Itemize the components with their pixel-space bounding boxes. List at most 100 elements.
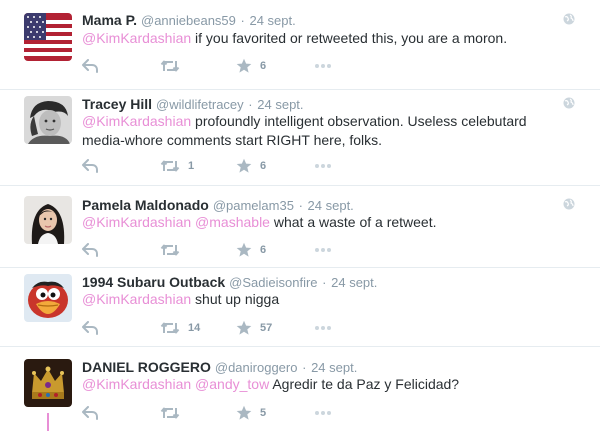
retweet-icon: [160, 59, 180, 73]
more-button[interactable]: [314, 319, 332, 337]
favorite-star-icon: [236, 320, 252, 336]
tweet-header: 1994 Subaru Outback @Sadieisonfire · 24 s…: [82, 274, 377, 291]
favorite-button[interactable]: 5: [236, 404, 266, 422]
retweet-button[interactable]: 14: [160, 319, 200, 337]
tweet-header: DANIEL ROGGERO @daniroggero · 24 sept.: [82, 359, 357, 376]
retweet-count: 1: [188, 160, 195, 172]
mention-link[interactable]: @KimKardashian: [82, 113, 191, 129]
tweet-body: Agredir te da Paz y Felicidad?: [269, 376, 460, 392]
favorite-button[interactable]: 6: [236, 241, 266, 259]
user-handle[interactable]: @Sadieisonfire: [229, 275, 317, 290]
tweet-header: Mama P. @anniebeans59 · 24 sept.: [82, 12, 296, 29]
mention-link[interactable]: @KimKardashian: [82, 291, 191, 307]
tweet-body: what a waste of a retweet.: [269, 214, 437, 230]
globe-icon: [563, 13, 575, 25]
avatar[interactable]: [24, 274, 72, 322]
more-dots-icon: [314, 410, 332, 416]
reply-button[interactable]: [82, 241, 98, 259]
tweet-header: Pamela Maldonado @pamelam35 · 24 sept.: [82, 197, 354, 214]
more-dots-icon: [314, 63, 332, 69]
favorite-count: 6: [260, 244, 267, 256]
separator: ·: [240, 13, 245, 28]
crown-avatar-icon: [24, 359, 72, 407]
retweet-button[interactable]: [160, 57, 188, 75]
reply-button[interactable]: [82, 404, 98, 422]
mention-link[interactable]: @KimKardashian: [82, 30, 191, 46]
reply-icon: [82, 321, 98, 335]
avatar[interactable]: [24, 196, 72, 244]
user-handle[interactable]: @wildlifetracey: [156, 97, 244, 112]
reply-button[interactable]: [82, 157, 98, 175]
timestamp[interactable]: 24 sept.: [308, 198, 354, 213]
user-handle[interactable]: @daniroggero: [215, 360, 298, 375]
person-avatar-icon: [24, 96, 72, 144]
cartoon-bird-avatar-icon: [24, 274, 72, 322]
timestamp[interactable]: 24 sept.: [257, 97, 303, 112]
reply-button[interactable]: [82, 319, 98, 337]
retweet-icon: [160, 321, 180, 335]
tweet-item[interactable]: Mama P. @anniebeans59 · 24 sept. @KimKard…: [0, 0, 600, 89]
conversation-thread-line: [47, 413, 49, 431]
user-name[interactable]: DANIEL ROGGERO: [82, 359, 211, 375]
timestamp[interactable]: 24 sept.: [311, 360, 357, 375]
user-name[interactable]: Mama P.: [82, 12, 137, 28]
tweet-item[interactable]: Tracey Hill @wildlifetracey · 24 sept. @K…: [0, 90, 600, 185]
reply-button[interactable]: [82, 57, 98, 75]
tweet-item[interactable]: 1994 Subaru Outback @Sadieisonfire · 24 s…: [0, 268, 600, 346]
more-button[interactable]: [314, 241, 332, 259]
tweet-text: @KimKardashian @mashable what a waste of…: [82, 213, 572, 232]
more-dots-icon: [314, 325, 332, 331]
tweet-body: shut up nigga: [191, 291, 280, 307]
mention-link[interactable]: @andy_tow: [191, 376, 269, 392]
favorite-button[interactable]: 57: [236, 319, 272, 337]
us-flag-icon: [24, 13, 72, 61]
favorite-count: 57: [260, 322, 273, 334]
avatar[interactable]: [24, 96, 72, 144]
more-dots-icon: [314, 247, 332, 253]
separator: ·: [322, 275, 327, 290]
user-handle[interactable]: @pamelam35: [213, 198, 294, 213]
avatar[interactable]: [24, 13, 72, 61]
retweet-icon: [160, 406, 180, 420]
mention-link[interactable]: @mashable: [191, 214, 270, 230]
separator: ·: [298, 198, 303, 213]
more-button[interactable]: [314, 57, 332, 75]
retweet-icon: [160, 159, 180, 173]
retweet-count: 14: [188, 322, 201, 334]
retweet-button[interactable]: [160, 404, 188, 422]
separator: ·: [302, 360, 307, 375]
user-name[interactable]: Pamela Maldonado: [82, 197, 209, 213]
retweet-button[interactable]: [160, 241, 188, 259]
reply-icon: [82, 159, 98, 173]
woman-avatar-icon: [24, 196, 72, 244]
tweet-body: if you favorited or retweeted this, you …: [191, 30, 508, 46]
mention-link[interactable]: @KimKardashian: [82, 376, 191, 392]
separator: ·: [248, 97, 253, 112]
tweet-header: Tracey Hill @wildlifetracey · 24 sept.: [82, 96, 304, 113]
favorite-star-icon: [236, 158, 252, 174]
favorite-count: 5: [260, 407, 267, 419]
timestamp[interactable]: 24 sept.: [249, 13, 295, 28]
tweet-text: @KimKardashian @andy_tow Agredir te da P…: [82, 375, 572, 394]
reply-icon: [82, 59, 98, 73]
favorite-count: 6: [260, 60, 267, 72]
more-button[interactable]: [314, 404, 332, 422]
user-handle[interactable]: @anniebeans59: [141, 13, 236, 28]
tweet-text: @KimKardashian profoundly intelligent ob…: [82, 112, 572, 150]
tweet-item[interactable]: Pamela Maldonado @pamelam35 · 24 sept. @K…: [0, 186, 600, 267]
tweet-text: @KimKardashian if you favorited or retwe…: [82, 29, 572, 48]
avatar[interactable]: [24, 359, 72, 407]
user-name[interactable]: 1994 Subaru Outback: [82, 274, 225, 290]
retweet-button[interactable]: 1: [160, 157, 194, 175]
retweet-icon: [160, 243, 180, 257]
user-name[interactable]: Tracey Hill: [82, 96, 152, 112]
favorite-button[interactable]: 6: [236, 157, 266, 175]
mention-link[interactable]: @KimKardashian: [82, 214, 191, 230]
tweet-item[interactable]: DANIEL ROGGERO @daniroggero · 24 sept. @K…: [0, 347, 600, 435]
favorite-button[interactable]: 6: [236, 57, 266, 75]
favorite-star-icon: [236, 405, 252, 421]
more-dots-icon: [314, 163, 332, 169]
more-button[interactable]: [314, 157, 332, 175]
reply-icon: [82, 406, 98, 420]
timestamp[interactable]: 24 sept.: [331, 275, 377, 290]
